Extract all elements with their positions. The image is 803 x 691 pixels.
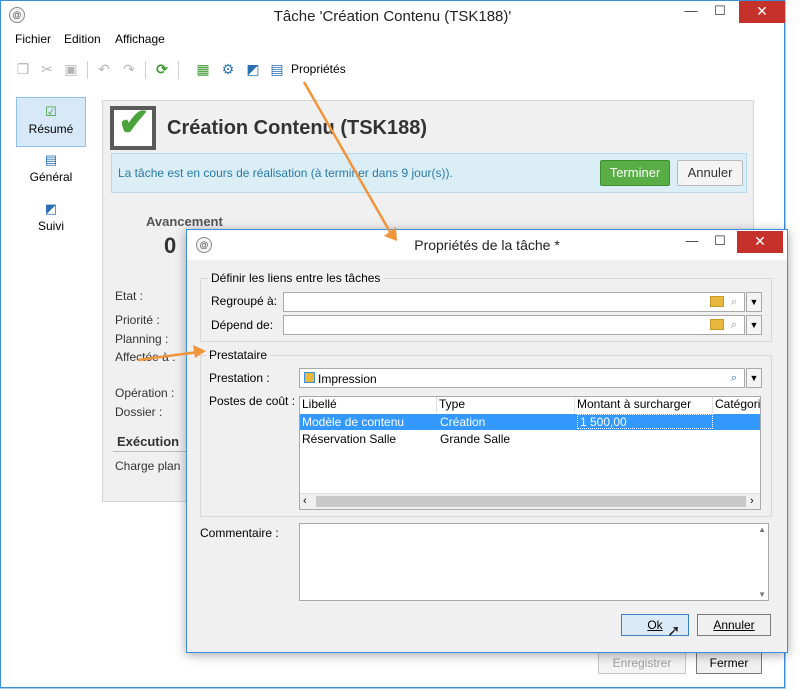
dialog-minimize-button[interactable]: — xyxy=(677,231,707,253)
field-dossier-label: Dossier : xyxy=(115,405,163,419)
field-priorite-label: Priorité : xyxy=(115,313,160,327)
nav-item-general[interactable]: ▤ Général xyxy=(16,146,86,196)
regroupe-dropdown-button[interactable]: ▼ xyxy=(746,292,762,312)
commentaire-textarea[interactable]: ▲ ▼ xyxy=(299,523,769,601)
check-icon: ☑ xyxy=(45,104,57,119)
scroll-left-icon[interactable]: ‹ xyxy=(303,495,307,507)
annuler-button-label: Annuler xyxy=(713,618,755,632)
paste-icon[interactable]: ▣ xyxy=(62,60,80,78)
cell-type: Grande Salle xyxy=(440,432,511,446)
refresh-icon[interactable]: ⟳ xyxy=(153,60,171,78)
search-icon[interactable]: ⌕ xyxy=(726,316,742,334)
properties-button-label[interactable]: Propriétés xyxy=(291,62,346,76)
dialog-maximize-button[interactable]: ☐ xyxy=(705,231,735,253)
minimize-button[interactable]: — xyxy=(676,1,706,23)
nav-item-suivi[interactable]: ◩ Suivi xyxy=(16,195,86,245)
avancement-label: Avancement xyxy=(146,214,223,229)
nav-label: Général xyxy=(29,170,73,184)
cell-montant[interactable]: 1 500,00 xyxy=(577,414,713,429)
cell-libelle: Modèle de contenu xyxy=(302,415,405,429)
search-icon[interactable]: ⌕ xyxy=(726,369,742,387)
scroll-up-icon[interactable]: ▲ xyxy=(758,525,766,534)
cut-icon[interactable]: ✂ xyxy=(38,60,56,78)
links-group-title: Définir les liens entre les tâches xyxy=(208,271,384,285)
field-operation-label: Opération : xyxy=(115,386,175,400)
cell-type: Création xyxy=(440,415,486,429)
field-etat-label: Etat : xyxy=(115,289,144,303)
horizontal-scrollbar[interactable]: ‹ › xyxy=(300,493,760,509)
charge-planifiee-label: Charge plan xyxy=(115,459,181,473)
settings-gear-icon[interactable]: ⚙ xyxy=(219,60,237,78)
undo-icon[interactable]: ↶ xyxy=(95,60,113,78)
field-affectee-label: Affectée à : xyxy=(115,350,176,364)
enregistrer-button[interactable]: Enregistrer xyxy=(598,652,686,674)
prestataire-group-title: Prestataire xyxy=(206,348,271,362)
provider-icon xyxy=(304,372,315,383)
toolbar: ❐ ✂ ▣ ↶ ↷ ⟳ ▦ ⚙ ◩ ▤ Propriétés xyxy=(10,58,770,82)
task-title: Création Contenu (TSK188) xyxy=(167,117,428,139)
calculator-icon[interactable]: ▦ xyxy=(194,60,212,78)
menu-fichier[interactable]: Fichier xyxy=(15,32,51,46)
regroupe-label: Regroupé à: xyxy=(211,294,278,308)
close-button[interactable]: ✕ xyxy=(739,1,785,23)
scrollbar-thumb[interactable] xyxy=(316,496,746,507)
dialog-title-bar[interactable]: @ Propriétés de la tâche * — ☐ ✕ xyxy=(187,230,787,260)
cell-libelle: Réservation Salle xyxy=(302,432,397,446)
tracking-icon: ◩ xyxy=(44,201,58,216)
grid-header-montant[interactable]: Montant à surcharger xyxy=(575,397,713,413)
dialog-close-button[interactable]: ✕ xyxy=(737,231,783,253)
prestation-field[interactable]: Impression ⌕ xyxy=(299,368,745,388)
scroll-right-icon[interactable]: › xyxy=(750,495,754,507)
ok-button-label: Ok xyxy=(647,618,663,632)
cost-items-grid: Libellé Type Montant à surcharger Catégo… xyxy=(299,396,761,510)
left-nav: ☑ Résumé ▤ Général ◩ Suivi xyxy=(10,90,88,650)
table-row[interactable]: Modèle de contenu Création 1 500,00 xyxy=(300,414,760,430)
toolbar-separator xyxy=(145,61,146,79)
redo-icon[interactable]: ↷ xyxy=(120,60,138,78)
menu-edition[interactable]: Edition xyxy=(64,32,101,46)
depend-field[interactable]: ⌕ xyxy=(283,315,745,335)
folder-icon[interactable] xyxy=(710,319,724,330)
nav-item-resume[interactable]: ☑ Résumé xyxy=(16,97,86,147)
search-icon[interactable]: ⌕ xyxy=(726,293,742,311)
table-row[interactable]: Réservation Salle Grande Salle xyxy=(300,431,760,447)
prestation-dropdown-button[interactable]: ▼ xyxy=(746,368,762,388)
grid-header-categorie[interactable]: Catégori xyxy=(713,397,760,413)
postes-cout-label: Postes de coût : xyxy=(209,394,296,408)
folder-icon[interactable] xyxy=(710,296,724,307)
depend-label: Dépend de: xyxy=(211,318,274,332)
toolbar-separator xyxy=(87,61,88,79)
clipboard-icon: ▤ xyxy=(44,152,58,167)
fermer-button[interactable]: Fermer xyxy=(696,652,762,674)
status-message: La tâche est en cours de réalisation (à … xyxy=(118,166,453,180)
prestation-label: Prestation : xyxy=(209,371,270,385)
main-title-bar[interactable]: @ Tâche 'Création Contenu (TSK188)' — ☐ … xyxy=(1,1,785,32)
depend-dropdown-button[interactable]: ▼ xyxy=(746,315,762,335)
toolbar-separator xyxy=(178,61,179,79)
grid-header-libelle[interactable]: Libellé xyxy=(300,397,437,413)
task-check-icon: ✔ xyxy=(118,102,150,144)
section-divider xyxy=(113,451,193,452)
annuler-dialog-button[interactable]: Annuler xyxy=(697,614,771,636)
properties-icon[interactable]: ▤ xyxy=(268,60,286,78)
nav-label: Résumé xyxy=(28,122,74,136)
terminer-button[interactable]: Terminer xyxy=(600,160,670,186)
regroupe-field[interactable]: ⌕ xyxy=(283,292,745,312)
main-window-title: Tâche 'Création Contenu (TSK188)' xyxy=(273,8,512,25)
nav-label: Suivi xyxy=(37,219,64,233)
commentaire-label: Commentaire : xyxy=(200,526,279,540)
task-properties-dialog: @ Propriétés de la tâche * — ☐ ✕ Définir… xyxy=(186,229,788,653)
maximize-button[interactable]: ☐ xyxy=(705,1,735,23)
field-planning-label: Planning : xyxy=(115,332,169,346)
menu-affichage[interactable]: Affichage xyxy=(115,32,165,46)
copy-icon[interactable]: ❐ xyxy=(14,60,32,78)
scroll-down-icon[interactable]: ▼ xyxy=(758,590,766,599)
annuler-task-button[interactable]: Annuler xyxy=(677,160,743,186)
mouse-cursor-icon: ➚ xyxy=(667,623,681,640)
prestation-value: Impression xyxy=(318,372,377,386)
avancement-value: 0 xyxy=(164,233,177,258)
execution-section-title: Exécution xyxy=(117,434,180,449)
assign-task-icon[interactable]: ◩ xyxy=(244,60,262,78)
grid-header-type[interactable]: Type xyxy=(437,397,575,413)
